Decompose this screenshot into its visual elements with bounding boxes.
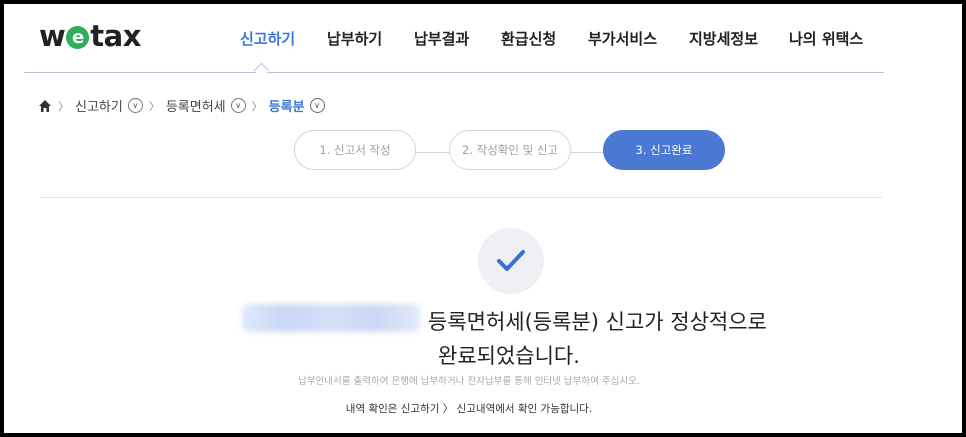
chevron-right-icon: 〉: [58, 99, 69, 113]
breadcrumb-level2[interactable]: 등록면허세: [166, 96, 226, 115]
history-guide-text: 내역 확인은 신고하기 〉 신고내역에서 확인 가능합니다.: [345, 403, 593, 415]
check-icon: [478, 228, 544, 294]
breadcrumb-current[interactable]: 등록분: [269, 96, 305, 115]
content-divider: [40, 197, 882, 198]
redacted-name: [242, 304, 420, 332]
nav-payment-result[interactable]: 납부결과: [414, 28, 469, 49]
step-3-active: 3. 신고완료: [603, 130, 725, 170]
completion-message-line1: 등록면허세(등록분) 신고가 정상적으로: [428, 310, 767, 334]
chevron-down-icon[interactable]: ∨: [230, 98, 246, 113]
nav-extra-services[interactable]: 부가서비스: [588, 28, 657, 49]
nav-payment[interactable]: 납부하기: [327, 28, 382, 49]
chevron-right-icon: 〉: [251, 99, 263, 113]
chevron-right-icon: 〉: [148, 99, 160, 113]
active-nav-indicator: [253, 62, 270, 79]
nav-report[interactable]: 신고하기: [240, 28, 295, 49]
main-nav: 신고하기 납부하기 납부결과 환급신청 부가서비스 지방세정보 나의 위택스: [4, 28, 962, 48]
completion-message-line2: 완료되었습니다.: [438, 344, 580, 368]
nav-local-tax-info[interactable]: 지방세정보: [689, 28, 758, 49]
breadcrumb-level1[interactable]: 신고하기: [75, 96, 123, 115]
breadcrumb: 〉 신고하기 ∨ 〉 등록면허세 ∨ 〉 등록분 ∨: [38, 96, 325, 115]
header-divider: [24, 72, 884, 73]
nav-my-wetax[interactable]: 나의 위택스: [789, 28, 863, 49]
chevron-down-icon[interactable]: ∨: [309, 98, 325, 113]
page-frame: w e tax 신고하기 납부하기 납부결과 환급신청 부가서비스 지방세정보 나의…: [4, 4, 962, 433]
home-icon[interactable]: [38, 99, 52, 113]
nav-refund[interactable]: 환급신청: [501, 28, 556, 49]
payment-guide-text: 납부안내서를 출력하여 은행에 납부하거나 전자납부를 통해 인터넷 납부하여 …: [298, 376, 640, 387]
step-2: 2. 작성확인 및 신고: [449, 130, 571, 170]
step-1: 1. 신고서 작성: [294, 130, 416, 170]
chevron-down-icon[interactable]: ∨: [127, 98, 143, 113]
